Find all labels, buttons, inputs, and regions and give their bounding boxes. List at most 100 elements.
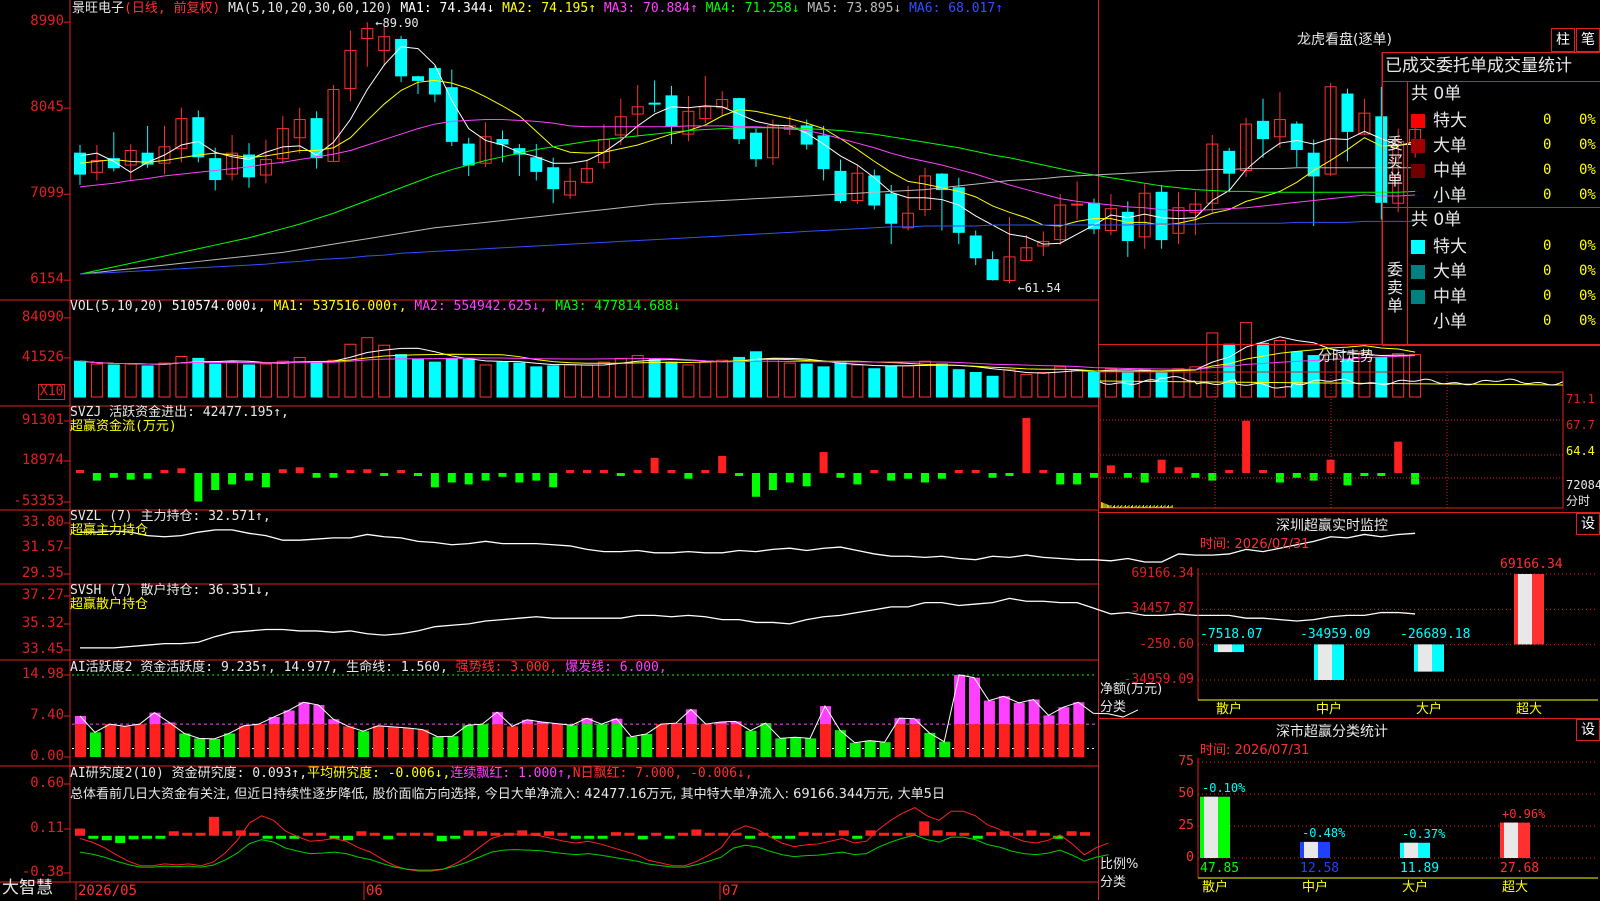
sell-row-count-0: 0 <box>1543 238 1552 254</box>
monitor-tick-0: 69166.34 <box>1131 566 1194 581</box>
ai-research-bar <box>450 835 461 839</box>
ai-research-bar <box>946 832 956 836</box>
ts-tick-2: 64.4 <box>1566 444 1595 458</box>
lhb-bar-button[interactable]: 柱 <box>1551 28 1575 52</box>
volume-bar <box>428 361 441 398</box>
svzj-bar <box>92 473 101 481</box>
classstat-cat-2: 大户 <box>1402 880 1429 895</box>
buy-row-name-2: 中单 <box>1433 161 1467 181</box>
classstat-change-3: +0.96% <box>1502 806 1546 821</box>
volume-bar <box>293 356 306 398</box>
classstat-time: 时间: 2026/07/31 <box>1200 743 1310 758</box>
volume-bar <box>834 362 847 398</box>
volume-bar <box>344 343 357 398</box>
timeshare-panel[interactable]: 分时走势 <box>1098 344 1600 513</box>
ai-active-bar <box>1028 724 1040 757</box>
volume-bar <box>158 362 171 398</box>
volume-bar <box>699 361 712 398</box>
monitor-time: 时间: 2026/07/31 <box>1200 537 1310 552</box>
classstat-value-3: 27.68 <box>1500 861 1540 876</box>
ai-research-bar <box>892 832 903 836</box>
ai-research-bar <box>919 821 930 836</box>
ai-active-bar-top <box>983 700 995 725</box>
ai-research-bar <box>369 832 380 836</box>
x-label-2: 07 <box>722 883 739 899</box>
candle-body <box>1257 120 1269 140</box>
ai-research-bar <box>570 835 581 839</box>
volume-bar <box>952 369 965 398</box>
ai-research-bar <box>88 835 99 839</box>
ai-research-bar <box>115 835 126 843</box>
sell-swatch-2 <box>1411 290 1425 304</box>
ai-active-bar <box>358 731 370 757</box>
ai-research-bar <box>410 832 420 836</box>
ai-active-bar <box>104 724 116 757</box>
ai-active-bar <box>507 726 519 757</box>
volume-bar <box>243 364 255 398</box>
sell-row-pct-3: 0% <box>1579 313 1596 329</box>
ai-research-tick-1: 0.11 <box>30 820 64 836</box>
lhb-table: 已成交委托单成交量统计 委买单 委卖单 共 0单 特大 0 0% 大单 0 0% 中单 0 0%… <box>1382 52 1600 346</box>
volume-bar <box>902 365 915 398</box>
classstat-value-0: 47.85 <box>1200 861 1240 876</box>
svzj-bar <box>549 473 558 488</box>
ai-active-bar <box>626 736 638 757</box>
buy-row-name-0: 特大 <box>1433 111 1467 131</box>
ai-research-bar <box>182 832 193 836</box>
svzj-bar <box>109 473 118 478</box>
sell-row-pct-2: 0% <box>1579 288 1596 304</box>
volume-bar <box>90 363 103 398</box>
ai-active-bar <box>268 724 280 757</box>
ai-active-bar <box>194 738 206 757</box>
ai-active-bar <box>551 724 563 757</box>
ai-research-avg: 平均研究度: -0.006↓, <box>307 766 451 781</box>
ma-line-2 <box>79 79 1416 227</box>
ts-tick-3: 72084 <box>1566 478 1600 492</box>
ma-line-3 <box>79 119 1416 211</box>
volume-bar <box>885 365 898 398</box>
classstat-settings-button[interactable]: 设 <box>1576 719 1600 741</box>
brand-logo[interactable]: 大智慧 <box>2 880 53 897</box>
classstat-cat-3: 超大 <box>1502 880 1529 895</box>
volume-bar <box>259 363 272 398</box>
ai-research-bar <box>932 830 943 836</box>
ai-active-bar-top <box>149 712 161 725</box>
x-label-0: 2026/05 <box>78 883 138 899</box>
ai-active-tick-2: 0.00 <box>30 748 64 764</box>
price-tick-1: 8045 <box>30 99 64 116</box>
ai-research-bar <box>1080 832 1090 836</box>
price-tick-2: 7099 <box>30 185 64 202</box>
svzj-bar <box>684 473 693 479</box>
svzj-header: SVZJ 活跃资金进出: 42477.195↑, 超赢资金流(万元) <box>70 406 289 434</box>
ai-research-bar <box>1013 832 1023 836</box>
ai-active-title: AI活跃度2 资金活跃度: 9.235↑, 14.977, 生命线: 1.560… <box>70 660 456 675</box>
volume-bar <box>327 359 340 398</box>
vol-unit: X10 <box>38 384 66 400</box>
buy-row-pct-1: 0% <box>1579 137 1596 153</box>
ai-active-bar <box>536 724 548 757</box>
svzj-bar <box>1022 417 1031 473</box>
svzj-bar <box>1090 473 1098 478</box>
ai-active-bar <box>447 736 459 757</box>
svzj-bar <box>701 470 710 473</box>
lhb-brush-button[interactable]: 笔 <box>1576 28 1600 52</box>
ai-research-bar <box>718 832 729 836</box>
svzj-tick-1: 18974 <box>21 452 64 468</box>
ai-active-bar-top <box>954 674 966 725</box>
sell-row-pct-0: 0% <box>1579 238 1596 254</box>
monitor-value-1: -34959.09 <box>1300 627 1371 643</box>
classstat-axis-title: 比例% <box>1100 857 1139 872</box>
vol-label-0: 510574.000↓, <box>171 299 266 314</box>
svzj-bar <box>380 473 389 476</box>
ai-research-bar <box>249 832 260 836</box>
candle-body <box>462 143 475 166</box>
ai-active-header: AI活跃度2 资金活跃度: 9.235↑, 14.977, 生命线: 1.560… <box>70 661 667 675</box>
ai-research-bar <box>879 832 889 836</box>
volume-bar <box>395 354 408 398</box>
svzj-bar <box>160 470 169 473</box>
ai-active-bar <box>328 724 340 757</box>
svzj-bar <box>667 470 676 473</box>
svzj-bar <box>566 470 575 473</box>
monitor-settings-button[interactable]: 设 <box>1576 513 1600 535</box>
ai-research-bar <box>101 835 112 841</box>
